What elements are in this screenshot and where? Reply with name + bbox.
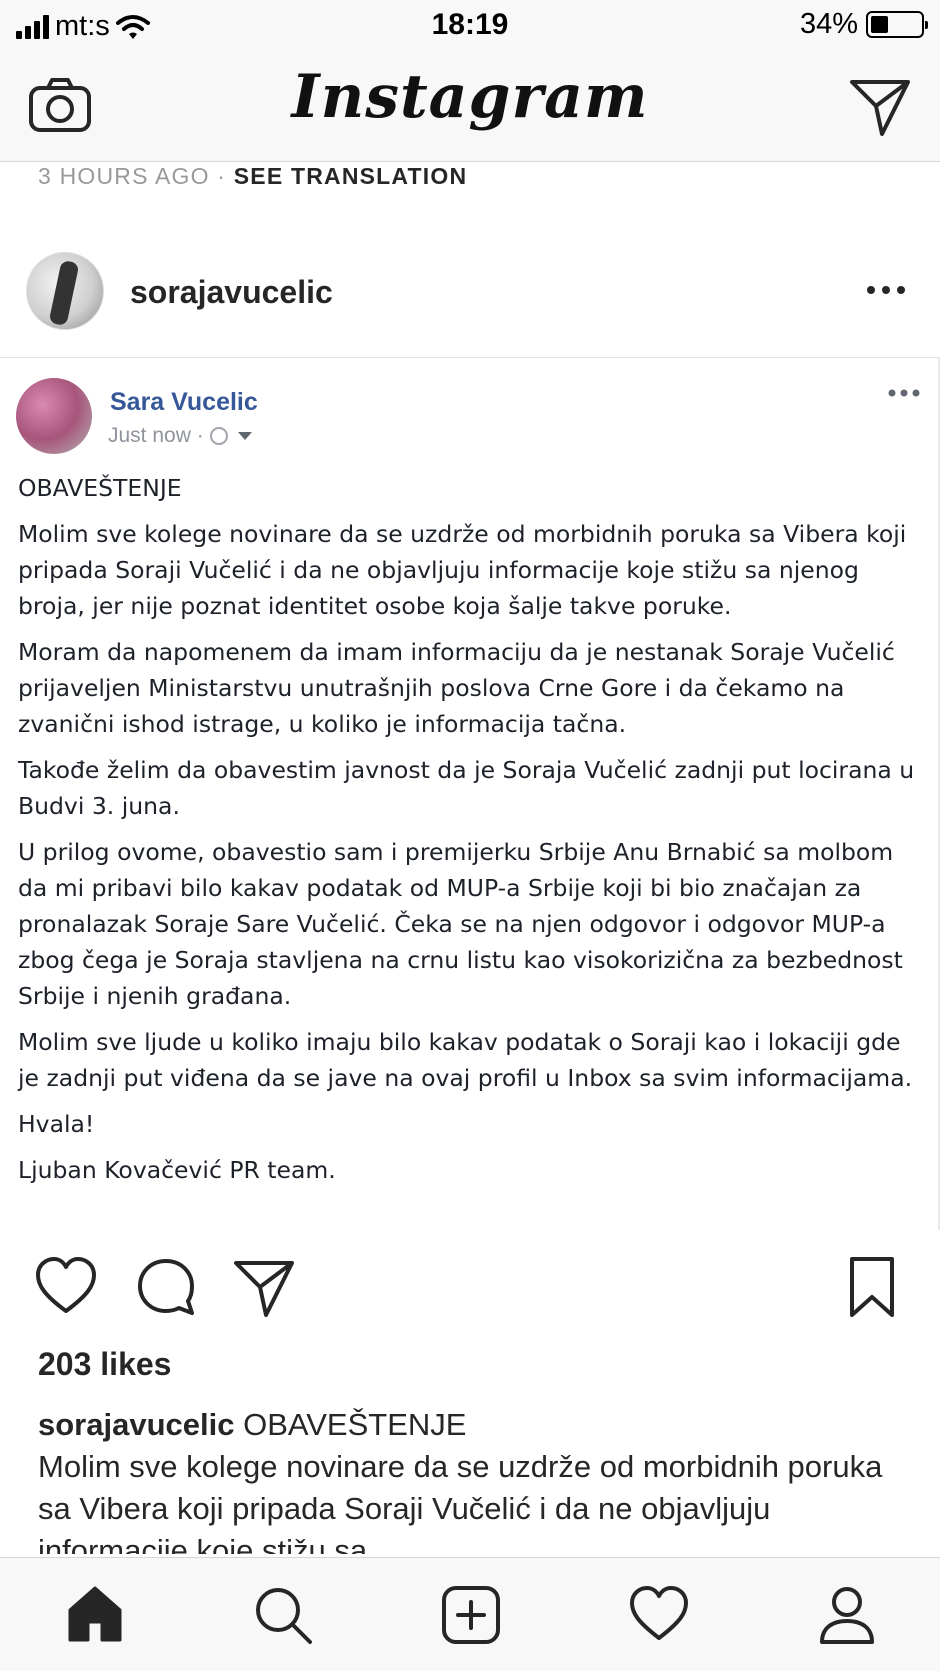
fb-post-body: OBAVEŠTENJE Molim sve kolege novinare da…	[18, 470, 923, 1198]
fb-post-time: Just now ·	[108, 424, 252, 448]
caret-down-icon	[237, 432, 252, 440]
top-navigation-bar: Instagram	[0, 52, 940, 162]
paper-plane-icon[interactable]	[848, 74, 912, 138]
more-options-icon[interactable]	[866, 284, 906, 296]
fb-paragraph: Hvala!	[18, 1110, 95, 1138]
comment-icon[interactable]	[134, 1255, 198, 1319]
fb-paragraph: Molim sve kolege novinare da se uzdrže o…	[18, 520, 907, 620]
battery-icon	[866, 11, 928, 38]
time-ago: 3 HOURS AGO	[38, 163, 210, 189]
heart-icon[interactable]	[628, 1584, 690, 1646]
caption-title: OBAVEŠTENJE	[243, 1407, 467, 1442]
caption-text: Molim sve kolege novinare da se uzdrže o…	[38, 1449, 883, 1554]
fb-time-text: Just now ·	[108, 424, 204, 447]
status-bar: mt:s 18:19 34%	[0, 0, 940, 52]
fb-paragraph: Takođe želim da obavestim javnost da je …	[18, 756, 915, 820]
caption-username[interactable]: sorajavucelic	[38, 1407, 234, 1442]
profile-icon[interactable]	[816, 1584, 878, 1646]
globe-icon	[209, 427, 228, 445]
bottom-tab-bar	[0, 1557, 940, 1671]
home-icon[interactable]	[64, 1584, 126, 1646]
search-icon[interactable]	[252, 1584, 314, 1646]
likes-count[interactable]: 203 likes	[38, 1346, 171, 1383]
separator: ·	[209, 163, 234, 189]
fb-more-icon	[888, 389, 920, 397]
fb-author-avatar	[16, 378, 92, 454]
battery-percent: 34%	[799, 8, 858, 40]
previous-post-meta: 3 HOURS AGO · SEE TRANSLATION	[38, 163, 467, 190]
add-post-icon[interactable]	[440, 1584, 502, 1646]
instagram-logo: Instagram	[291, 62, 649, 132]
fb-paragraph: Molim sve ljude u koliko imaju bilo kaka…	[18, 1028, 913, 1092]
avatar[interactable]	[26, 252, 104, 330]
post-header: sorajavucelic	[0, 240, 940, 358]
post-actions	[0, 1255, 940, 1325]
post-username[interactable]: sorajavucelic	[130, 274, 333, 311]
fb-author-name: Sara Vucelic	[110, 388, 258, 416]
fb-paragraph: OBAVEŠTENJE	[18, 474, 182, 502]
share-icon[interactable]	[232, 1255, 296, 1319]
battery-info: 34%	[799, 8, 928, 41]
bookmark-icon[interactable]	[840, 1255, 904, 1319]
fb-paragraph: Moram da napomenem da imam informaciju d…	[18, 638, 895, 738]
post-caption: sorajavucelic OBAVEŠTENJE Molim sve kole…	[38, 1404, 908, 1554]
see-translation-link[interactable]: SEE TRANSLATION	[234, 163, 468, 189]
fb-paragraph: Ljuban Kovačević PR team.	[18, 1156, 336, 1184]
post-image[interactable]: Sara Vucelic Just now · OBAVEŠTENJE Moli…	[0, 358, 940, 1230]
heart-icon[interactable]	[34, 1255, 98, 1319]
fb-paragraph: U prilog ovome, obavestio sam i premijer…	[18, 838, 903, 1010]
